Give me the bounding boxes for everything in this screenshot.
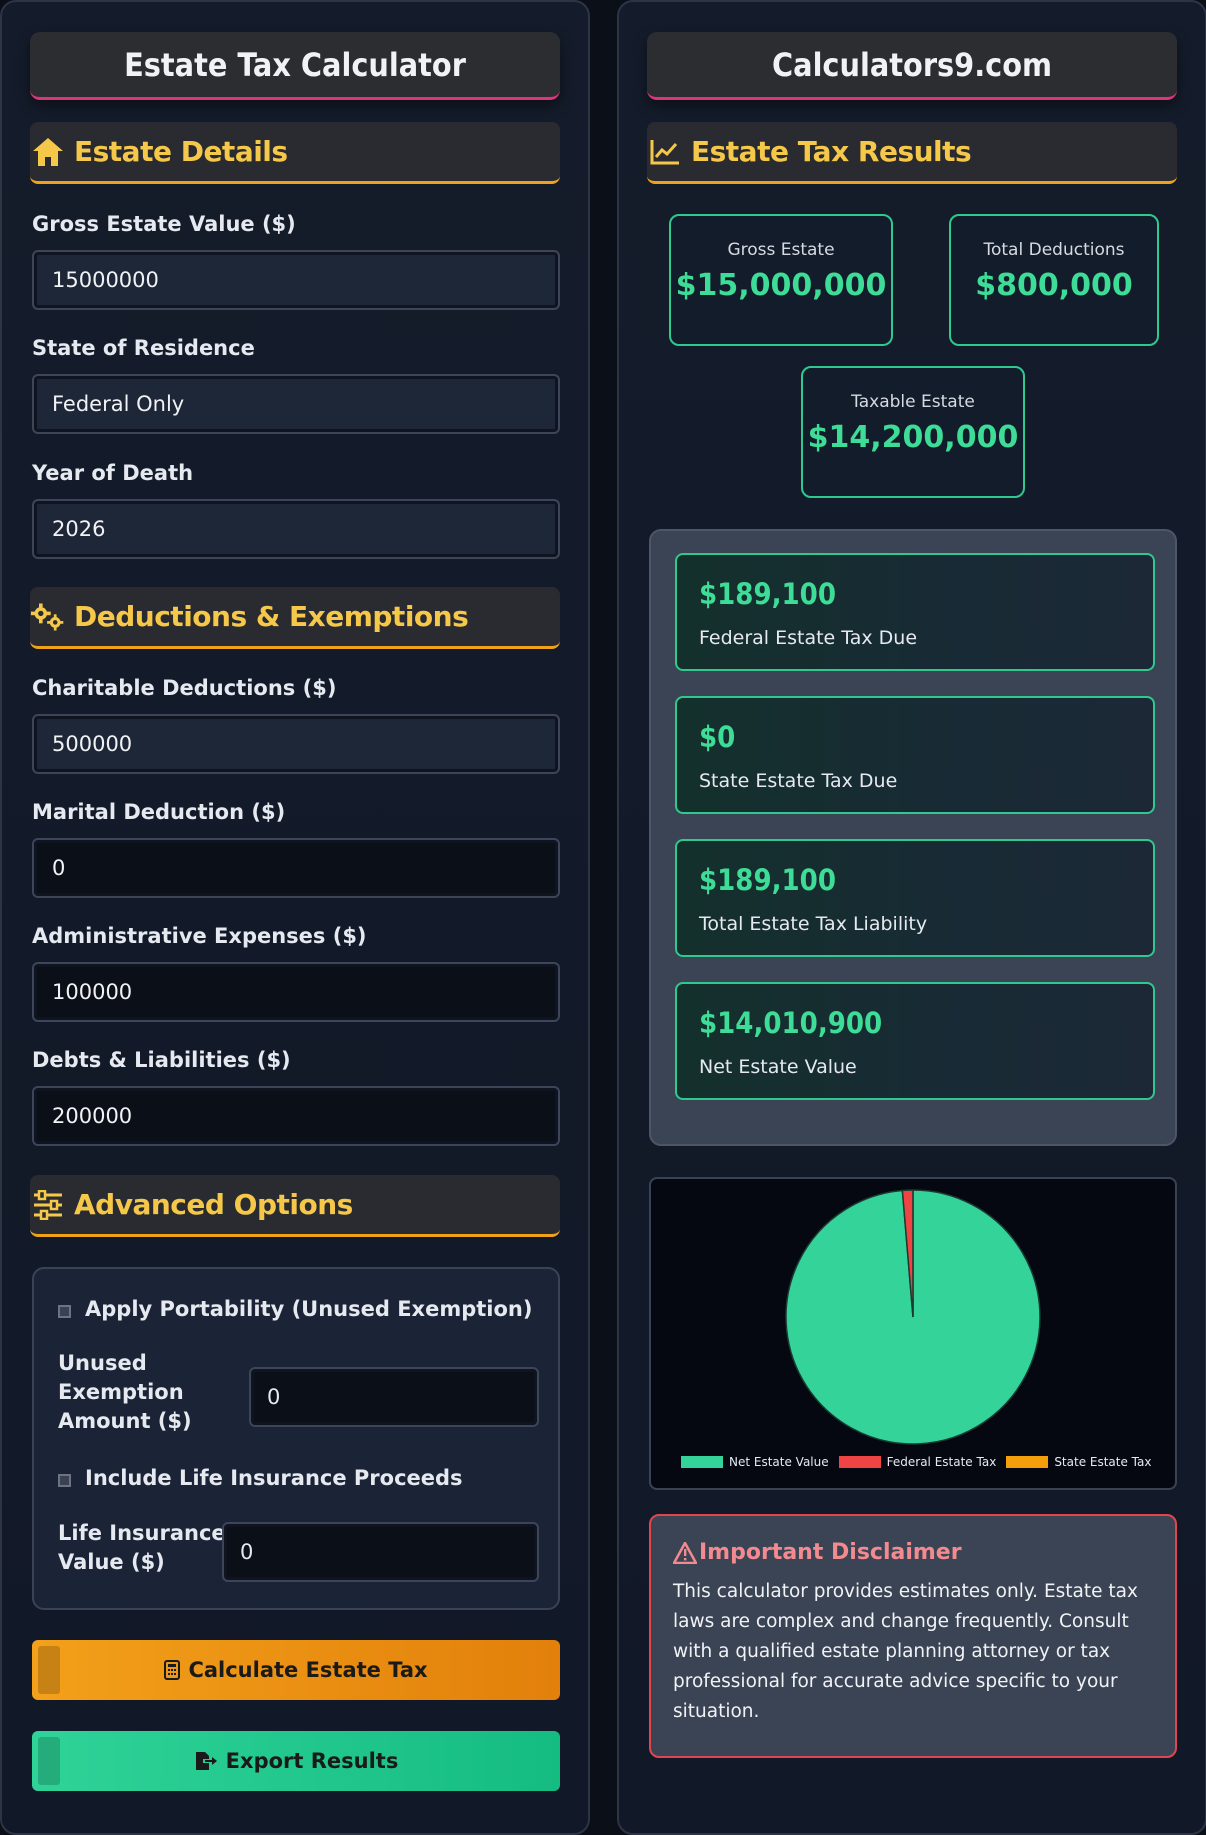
export-button[interactable]: Export Results [32, 1731, 560, 1791]
year-input[interactable]: 2026 [32, 499, 560, 559]
portability-label: Apply Portability (Unused Exemption) [85, 1297, 533, 1321]
summary-value: $14,200,000 [807, 420, 1019, 455]
disclaimer-heading: Important Disclaimer [673, 1540, 1153, 1565]
summary-card-taxable: Taxable Estate $14,200,000 [801, 366, 1025, 498]
calculate-button[interactable]: Calculate Estate Tax [32, 1640, 560, 1700]
result-total-tax: $189,100 Total Estate Tax Liability [675, 839, 1155, 957]
state-label: State of Residence [32, 336, 255, 360]
gears-icon [30, 599, 66, 635]
marital-input[interactable]: 0 [32, 838, 560, 898]
life-insurance-input[interactable]: 0 [222, 1522, 539, 1582]
disclaimer-text: This calculator provides estimates only.… [673, 1581, 1138, 1722]
life-insurance-checkbox[interactable] [58, 1473, 71, 1487]
export-icon [194, 1751, 218, 1771]
site-title: Calculators9.com [647, 32, 1177, 100]
section-estate-details: Estate Details [30, 122, 560, 184]
year-label: Year of Death [32, 461, 194, 485]
pie-chart-svg [785, 1189, 1041, 1445]
summary-card-deductions: Total Deductions $800,000 [949, 214, 1159, 346]
page-title: Estate Tax Calculator [30, 32, 560, 100]
debts-input[interactable]: 200000 [32, 1086, 560, 1146]
result-state-tax: $0 State Estate Tax Due [675, 696, 1155, 814]
result-label: Net Estate Value [699, 1056, 857, 1078]
unused-exemption-label: Unused Exemption Amount ($) [58, 1351, 192, 1433]
section-heading: Advanced Options [74, 1188, 353, 1221]
warning-icon [673, 1541, 697, 1564]
summary-caption: Taxable Estate [851, 392, 975, 412]
home-icon [30, 134, 66, 170]
legend-label: Net Estate Value [729, 1455, 829, 1469]
advanced-options-box: Apply Portability (Unused Exemption) Unu… [32, 1267, 560, 1610]
state-select[interactable]: Federal Only [32, 374, 560, 434]
calculator-icon [164, 1660, 181, 1680]
result-amount: $189,100 [699, 863, 836, 897]
portability-checkbox[interactable] [58, 1304, 71, 1318]
debts-label: Debts & Liabilities ($) [32, 1048, 291, 1072]
summary-value: $800,000 [975, 268, 1133, 303]
legend-swatch [838, 1456, 881, 1468]
result-amount: $0 [699, 720, 736, 754]
legend-item-net-estate-value[interactable]: Net Estate Value [681, 1455, 829, 1469]
section-deductions: Deductions & Exemptions [30, 587, 560, 649]
section-advanced: Advanced Options [30, 1175, 560, 1237]
result-label: State Estate Tax Due [699, 770, 898, 792]
section-results: Estate Tax Results [647, 122, 1177, 184]
legend-label: Federal Estate Tax [886, 1455, 997, 1469]
legend-swatch [1006, 1456, 1049, 1468]
gross-estate-label: Gross Estate Value ($) [32, 212, 296, 236]
results-panel: Calculators9.com Estate Tax Results Gros… [617, 0, 1206, 1835]
unused-exemption-input[interactable]: 0 [249, 1367, 539, 1427]
chart-legend: Net Estate Value Federal Estate Tax State … [681, 1455, 1161, 1469]
legend-item-federal-estate-tax[interactable]: Federal Estate Tax [838, 1455, 997, 1469]
gross-estate-input[interactable]: 15000000 [32, 250, 560, 310]
section-heading: Estate Details [74, 135, 288, 168]
admin-expenses-label: Administrative Expenses ($) [32, 924, 367, 948]
summary-caption: Gross Estate [727, 240, 835, 260]
summary-value: $15,000,000 [675, 268, 887, 303]
export-button-label: Export Results [225, 1749, 399, 1773]
section-heading: Estate Tax Results [691, 135, 972, 168]
disclaimer-title: Important Disclaimer [699, 1540, 962, 1565]
life-insurance-check-label: Include Life Insurance Proceeds [85, 1466, 463, 1490]
life-insurance-label: Life Insurance Value ($) [58, 1521, 226, 1574]
charitable-input[interactable]: 500000 [32, 714, 560, 774]
result-label: Federal Estate Tax Due [699, 627, 918, 649]
results-box: $189,100 Federal Estate Tax Due $0 State… [649, 529, 1177, 1146]
admin-expenses-input[interactable]: 100000 [32, 962, 560, 1022]
marital-label: Marital Deduction ($) [32, 800, 286, 824]
summary-card-gross: Gross Estate $15,000,000 [669, 214, 893, 346]
line-chart-icon [647, 134, 683, 170]
result-amount: $189,100 [699, 577, 836, 611]
sliders-icon [30, 1187, 66, 1223]
calculator-panel: Estate Tax Calculator Estate Details Gro… [0, 0, 590, 1835]
result-federal-tax: $189,100 Federal Estate Tax Due [675, 553, 1155, 671]
portability-option[interactable]: Apply Portability (Unused Exemption) [58, 1297, 532, 1321]
legend-swatch [681, 1456, 723, 1468]
legend-item-state-estate-tax[interactable]: State Estate Tax [1006, 1455, 1151, 1469]
disclaimer-box: Important Disclaimer This calculator pro… [649, 1514, 1177, 1758]
life-insurance-option[interactable]: Include Life Insurance Proceeds [58, 1466, 463, 1490]
pie-chart: Net Estate Value Federal Estate Tax State … [649, 1177, 1177, 1490]
summary-caption: Total Deductions [983, 240, 1125, 260]
section-heading: Deductions & Exemptions [74, 600, 469, 633]
result-net-estate: $14,010,900 Net Estate Value [675, 982, 1155, 1100]
calculate-button-label: Calculate Estate Tax [188, 1658, 428, 1682]
result-label: Total Estate Tax Liability [699, 913, 928, 935]
result-amount: $14,010,900 [699, 1006, 883, 1040]
charitable-label: Charitable Deductions ($) [32, 676, 337, 700]
legend-label: State Estate Tax [1054, 1455, 1152, 1469]
